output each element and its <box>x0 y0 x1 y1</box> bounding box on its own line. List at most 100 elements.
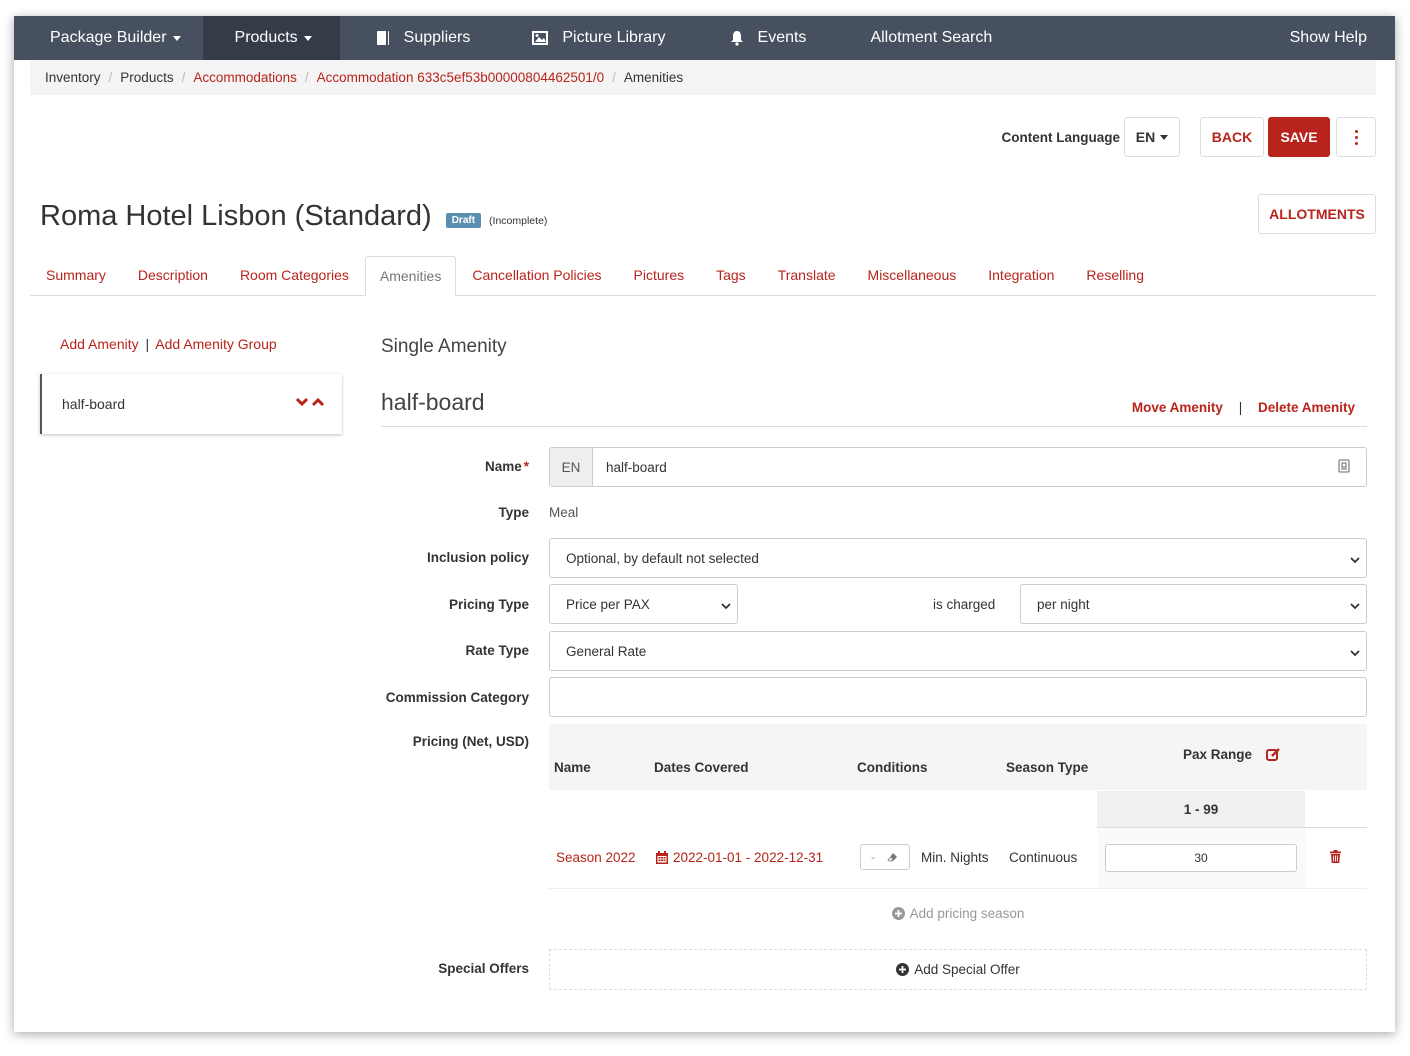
col-season-type: Season Type <box>1006 760 1089 775</box>
commission-category-label: Commission Category <box>385 690 529 705</box>
content-language-dropdown[interactable]: EN <box>1124 117 1180 157</box>
type-value: Meal <box>549 505 579 520</box>
special-offers-label: Special Offers <box>438 961 529 976</box>
tab-integration[interactable]: Integration <box>972 255 1070 295</box>
pricing-type-select[interactable]: Price per PAX <box>549 584 738 624</box>
content-language-value: EN <box>1135 129 1156 145</box>
chevron-down-icon <box>1350 553 1360 568</box>
nav-allotment-search[interactable]: Allotment Search <box>828 16 1014 60</box>
commission-category-input[interactable] <box>549 677 1367 717</box>
tab-description[interactable]: Description <box>122 255 224 295</box>
tab-pictures[interactable]: Pictures <box>618 255 701 295</box>
nav-picture-library-label: Picture Library <box>562 29 666 46</box>
trash-icon[interactable] <box>1330 850 1341 866</box>
min-nights-input[interactable]: - <box>860 844 910 870</box>
book-icon <box>376 30 390 46</box>
col-conditions: Conditions <box>857 760 928 775</box>
nav-show-help[interactable]: Show Help <box>1268 16 1395 60</box>
allotments-button[interactable]: ALLOTMENTS <box>1258 194 1376 234</box>
type-label: Type <box>498 505 529 520</box>
move-amenity-link[interactable]: Move Amenity <box>1132 400 1223 415</box>
edit-icon[interactable] <box>1266 747 1281 762</box>
tab-summary[interactable]: Summary <box>30 255 122 295</box>
bell-icon <box>730 30 744 46</box>
pricing-type-value: Price per PAX <box>566 596 650 612</box>
amenity-header: half-board Move Amenity | Delete Amenity <box>381 386 1367 427</box>
charge-frequency-value: per night <box>1037 596 1090 612</box>
breadcrumb-inventory[interactable]: Inventory <box>45 70 101 85</box>
header-toolbar: Content Language EN BACK SAVE <box>1001 117 1376 157</box>
nav-package-builder[interactable]: Package Builder <box>14 16 203 60</box>
nav-picture-library[interactable]: Picture Library <box>492 16 687 60</box>
add-pricing-season-button[interactable]: Add pricing season <box>549 906 1367 921</box>
add-amenity-group-link[interactable]: Add Amenity Group <box>155 336 276 352</box>
app-window: Package Builder Products Suppliers Pictu… <box>14 16 1395 1032</box>
top-nav: Package Builder Products Suppliers Pictu… <box>14 16 1395 60</box>
rate-type-select[interactable]: General Rate <box>549 631 1367 671</box>
back-button[interactable]: BACK <box>1200 117 1264 157</box>
content-language-label: Content Language <box>1001 129 1121 145</box>
page-header: Roma Hotel Lisbon (Standard) Draft (Inco… <box>40 200 547 233</box>
amenity-list-item[interactable]: half-board <box>40 374 342 434</box>
tab-translate[interactable]: Translate <box>762 255 852 295</box>
breadcrumb-amenities: Amenities <box>623 70 684 85</box>
rate-type-label: Rate Type <box>465 643 529 658</box>
tab-miscellaneous[interactable]: Miscellaneous <box>852 255 973 295</box>
nav-suppliers[interactable]: Suppliers <box>340 16 493 60</box>
plus-circle-icon <box>891 907 905 920</box>
tab-tags[interactable]: Tags <box>700 255 762 295</box>
add-amenity-link[interactable]: Add Amenity <box>60 336 139 352</box>
inclusion-policy-value: Optional, by default not selected <box>566 550 759 566</box>
tab-amenities[interactable]: Amenities <box>364 256 457 296</box>
chevron-down-icon[interactable] <box>295 394 309 410</box>
season-dates-link[interactable]: 2022-01-01 - 2022-12-31 <box>656 850 823 865</box>
tab-reselling[interactable]: Reselling <box>1070 255 1160 295</box>
name-label-text: Name <box>484 459 522 474</box>
price-input[interactable]: 30 <box>1105 844 1297 872</box>
link-separator: | <box>145 336 150 352</box>
nav-events[interactable]: Events <box>688 16 829 60</box>
is-charged-label: is charged <box>933 597 996 612</box>
nav-allotment-search-label: Allotment Search <box>870 29 993 46</box>
season-type-value: Continuous <box>1009 850 1078 865</box>
breadcrumb: Inventory / Products / Accommodations / … <box>30 60 1376 95</box>
season-dates-text: 2022-01-01 - 2022-12-31 <box>673 850 824 865</box>
status-badge: Draft <box>445 213 482 228</box>
action-separator: | <box>1238 400 1243 415</box>
pax-range-value: 1 - 99 <box>1097 791 1305 827</box>
calendar-icon <box>656 851 668 864</box>
add-special-offer-button[interactable]: Add Special Offer <box>549 949 1367 990</box>
nav-events-label: Events <box>757 29 807 46</box>
add-pricing-season-label: Add pricing season <box>909 906 1025 921</box>
chevron-down-icon <box>721 599 731 614</box>
translate-icon[interactable] <box>1338 459 1350 476</box>
season-name-link[interactable]: Season 2022 <box>556 850 636 865</box>
chevron-down-icon <box>1350 646 1360 661</box>
amenity-list-item-label: half-board <box>62 396 126 412</box>
chevron-up-icon[interactable] <box>311 394 325 410</box>
charge-frequency-select[interactable]: per night <box>1020 584 1367 624</box>
col-dates-covered: Dates Covered <box>654 760 749 775</box>
save-button[interactable]: SAVE <box>1268 117 1330 157</box>
pricing-type-label: Pricing Type <box>448 597 529 612</box>
breadcrumb-products[interactable]: Products <box>120 70 173 85</box>
more-options-button[interactable] <box>1336 117 1376 157</box>
tab-cancellation-policies[interactable]: Cancellation Policies <box>456 255 617 295</box>
rate-type-value: General Rate <box>566 643 647 659</box>
eraser-icon <box>887 852 898 862</box>
breadcrumb-accommodations[interactable]: Accommodations <box>193 70 297 85</box>
name-input[interactable]: half-board <box>593 460 1338 475</box>
pricing-label: Pricing (Net, USD) <box>412 734 529 749</box>
picture-icon <box>532 31 549 45</box>
tab-room-categories[interactable]: Room Categories <box>224 255 365 295</box>
more-vertical-icon <box>1354 129 1358 145</box>
name-field[interactable]: EN half-board <box>549 447 1367 487</box>
breadcrumb-separator: / <box>108 70 113 85</box>
add-special-offer-label: Add Special Offer <box>914 962 1020 977</box>
inclusion-policy-select[interactable]: Optional, by default not selected <box>549 538 1367 578</box>
amenity-actions: Move Amenity | Delete Amenity <box>1132 400 1355 415</box>
nav-products[interactable]: Products <box>202 16 340 60</box>
breadcrumb-accommodation[interactable]: Accommodation 633c5ef53b00000804462501/0 <box>317 70 604 85</box>
breadcrumb-separator: / <box>181 70 186 85</box>
delete-amenity-link[interactable]: Delete Amenity <box>1258 400 1355 415</box>
